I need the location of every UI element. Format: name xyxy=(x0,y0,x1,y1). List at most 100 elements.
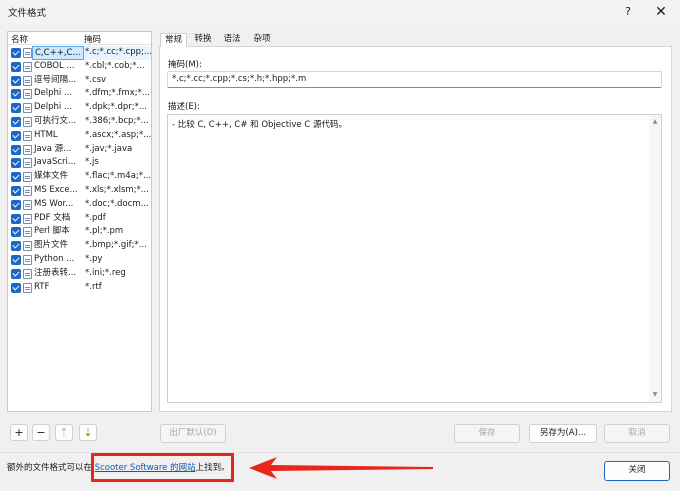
checkbox[interactable] xyxy=(11,227,21,238)
format-name: MS Exce... xyxy=(34,185,78,195)
column-header-mask[interactable]: 掩码 xyxy=(84,33,101,45)
format-name: COBOL ... xyxy=(34,60,75,71)
file-type-icon xyxy=(23,282,32,293)
checkbox[interactable] xyxy=(11,172,21,183)
format-name: Python ... xyxy=(34,254,75,264)
tab-grammar[interactable]: 语法 xyxy=(219,33,245,46)
format-mask: *.pl;*.pm xyxy=(85,226,124,237)
move-up-button[interactable]: ⇡ xyxy=(55,424,73,441)
column-header-name[interactable]: 名称 xyxy=(11,33,28,45)
close-button[interactable]: 关闭 xyxy=(604,461,670,481)
format-mask: *.rtf xyxy=(85,281,102,292)
list-item[interactable]: Delphi ... *.dpk;*.dpr;*... xyxy=(8,101,151,115)
list-item[interactable]: Java 源... *.jav;*.java xyxy=(8,143,151,157)
tab-misc[interactable]: 杂项 xyxy=(249,33,275,46)
checkbox[interactable] xyxy=(11,255,21,265)
checkbox[interactable] xyxy=(11,186,21,196)
list-item[interactable]: PDF 文档 *.pdf xyxy=(8,212,151,226)
factory-defaults-button[interactable]: 出厂默认(D) xyxy=(160,424,226,443)
footer-prefix: 额外的文件格式可以在 xyxy=(7,463,95,473)
list-item[interactable]: MS Exce... *.xls;*.xlsm;*... xyxy=(8,184,151,198)
save-button[interactable]: 保存 xyxy=(454,424,520,443)
description-label: 描述(E): xyxy=(168,102,200,112)
checkbox[interactable] xyxy=(11,241,21,252)
list-item[interactable]: 注册表转... *.ini;*.reg xyxy=(8,267,151,281)
mask-input[interactable]: *.c;*.cc;*.cpp;*.cs;*.h;*.hpp;*.m xyxy=(167,71,662,88)
checkbox[interactable] xyxy=(11,89,21,100)
title-bar xyxy=(0,0,680,24)
checkbox[interactable] xyxy=(11,144,21,155)
remove-format-button[interactable]: − xyxy=(32,424,50,441)
format-mask: *.flac;*.m4a;*... xyxy=(85,171,151,182)
file-type-icon xyxy=(23,103,32,114)
checkbox[interactable] xyxy=(11,61,21,72)
list-item[interactable]: JavaScri... *.js xyxy=(8,156,151,170)
format-name: PDF 文档 xyxy=(34,212,71,223)
checkbox[interactable] xyxy=(11,213,21,224)
file-type-icon xyxy=(23,89,32,100)
format-name: Java 源... xyxy=(34,143,72,154)
format-mask: *.dfm;*.fmx;*... xyxy=(85,88,150,99)
checkbox[interactable] xyxy=(11,117,21,127)
checkbox[interactable] xyxy=(11,103,21,114)
format-mask: *.pdf xyxy=(85,212,106,223)
checkbox[interactable] xyxy=(11,130,21,141)
list-item[interactable]: 媒体文件 *.flac;*.m4a;*... xyxy=(8,170,151,184)
file-type-icon xyxy=(23,241,32,252)
format-mask: *.cbl;*.cob;*... xyxy=(85,60,145,71)
list-item[interactable]: C,C++,C... *.c;*.cc;*.cpp;... xyxy=(8,46,151,60)
checkbox[interactable] xyxy=(11,268,21,279)
cancel-button[interactable]: 取消 xyxy=(604,424,670,443)
format-name: MS Wor... xyxy=(34,198,74,209)
format-mask: *.jav;*.java xyxy=(85,143,133,154)
format-mask: *.bmp;*.gif;*... xyxy=(85,240,147,251)
format-name: Delphi ... xyxy=(34,88,73,99)
format-name: 媒体文件 xyxy=(34,171,69,182)
file-type-icon xyxy=(23,61,32,72)
list-item[interactable]: HTML *.ascx;*.asp;*... xyxy=(8,129,151,143)
format-list[interactable]: 名称 掩码 C,C++,C... *.c;*.cc;*.cpp;... COBOL … xyxy=(7,31,152,412)
list-item[interactable]: 图片文件 *.bmp;*.gif;*... xyxy=(8,239,151,253)
format-mask: *.ascx;*.asp;*... xyxy=(85,129,151,140)
format-name: 可执行文... xyxy=(34,116,77,126)
file-type-icon xyxy=(23,186,32,196)
checkbox[interactable] xyxy=(11,199,21,210)
format-mask: *.xls;*.xlsm;*... xyxy=(85,185,149,195)
format-mask: *.386;*.bcp;*... xyxy=(85,116,149,126)
format-name: 图片文件 xyxy=(34,240,69,251)
list-item[interactable]: Perl 脚本 *.pl;*.pm xyxy=(8,225,151,239)
checkbox[interactable] xyxy=(11,282,21,293)
list-item[interactable]: MS Wor... *.doc;*.docm... xyxy=(8,198,151,212)
format-name: HTML xyxy=(34,129,58,140)
list-item[interactable]: Python ... *.py xyxy=(8,253,151,267)
window-title: 文件格式 xyxy=(8,8,47,19)
close-window-icon[interactable]: ✕ xyxy=(650,3,672,21)
move-down-button[interactable]: ⇣ xyxy=(79,424,97,441)
list-item[interactable]: RTF *.rtf xyxy=(8,281,151,295)
add-format-button[interactable]: + xyxy=(10,424,28,441)
file-type-icon xyxy=(23,255,32,265)
save-as-button[interactable]: 另存为(A)... xyxy=(529,424,597,443)
annotation-arrow-icon xyxy=(249,457,433,479)
format-mask: *.py xyxy=(85,254,103,264)
annotation-highlight-box xyxy=(91,453,234,482)
description-textarea[interactable]: - 比较 C, C++, C# 和 Objective C 源代码。 xyxy=(167,114,662,403)
format-name: 逗号间隔... xyxy=(34,74,77,85)
tab-general[interactable]: 常规 xyxy=(160,33,187,47)
scroll-down-icon[interactable]: ▼ xyxy=(649,390,661,400)
list-header: 名称 掩码 xyxy=(8,32,151,45)
list-item[interactable]: 逗号间隔... *.csv xyxy=(8,74,151,88)
checkbox[interactable] xyxy=(11,75,21,86)
tab-conversion[interactable]: 转换 xyxy=(190,33,216,46)
help-button[interactable]: ? xyxy=(618,3,638,21)
list-item[interactable]: Delphi ... *.dfm;*.fmx;*... xyxy=(8,87,151,101)
list-item[interactable]: COBOL ... *.cbl;*.cob;*... xyxy=(8,60,151,74)
format-mask: *.ini;*.reg xyxy=(85,267,126,278)
scroll-up-icon[interactable]: ▲ xyxy=(649,117,661,127)
checkbox[interactable] xyxy=(11,158,21,169)
description-scrollbar[interactable]: ▲ ▼ xyxy=(649,115,661,402)
file-type-icon xyxy=(23,268,32,279)
format-name: JavaScri... xyxy=(34,157,76,168)
list-item[interactable]: 可执行文... *.386;*.bcp;*... xyxy=(8,115,151,129)
checkbox[interactable] xyxy=(11,48,21,58)
